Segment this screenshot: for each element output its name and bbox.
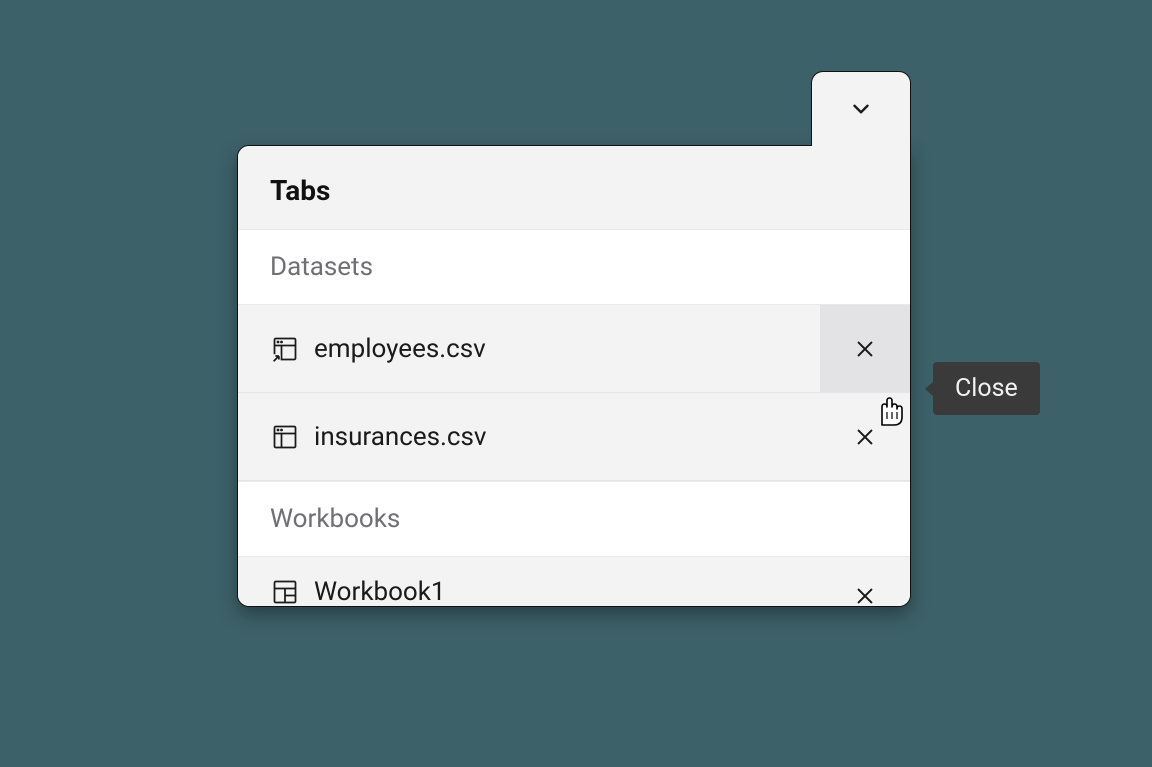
close-button[interactable] [820, 557, 910, 607]
dataset-icon [270, 422, 300, 452]
close-icon [854, 585, 876, 607]
tab-label: Workbook1 [314, 577, 820, 607]
section-label-datasets: Datasets [238, 229, 910, 305]
tab-row-workbook1[interactable]: Workbook1 [238, 557, 910, 607]
tab-row-employees[interactable]: employees.csv [238, 305, 910, 393]
tabs-dropdown-trigger[interactable] [811, 71, 911, 145]
dataset-icon [270, 334, 300, 364]
close-button[interactable] [820, 305, 910, 392]
chevron-down-icon [848, 96, 874, 122]
panel-title: Tabs [270, 174, 878, 207]
close-tooltip: Close [933, 362, 1040, 415]
cursor-pointer-icon [874, 393, 904, 427]
tab-row-insurances[interactable]: insurances.csv [238, 393, 910, 481]
workbook-icon [270, 577, 300, 607]
close-icon [854, 338, 876, 360]
tab-label: insurances.csv [314, 422, 820, 452]
tab-label: employees.csv [314, 334, 820, 364]
panel-header: Tabs [238, 146, 910, 229]
close-icon [854, 426, 876, 448]
section-label-workbooks: Workbooks [238, 481, 910, 557]
tabs-panel: Tabs Datasets employees.csv [237, 145, 911, 607]
